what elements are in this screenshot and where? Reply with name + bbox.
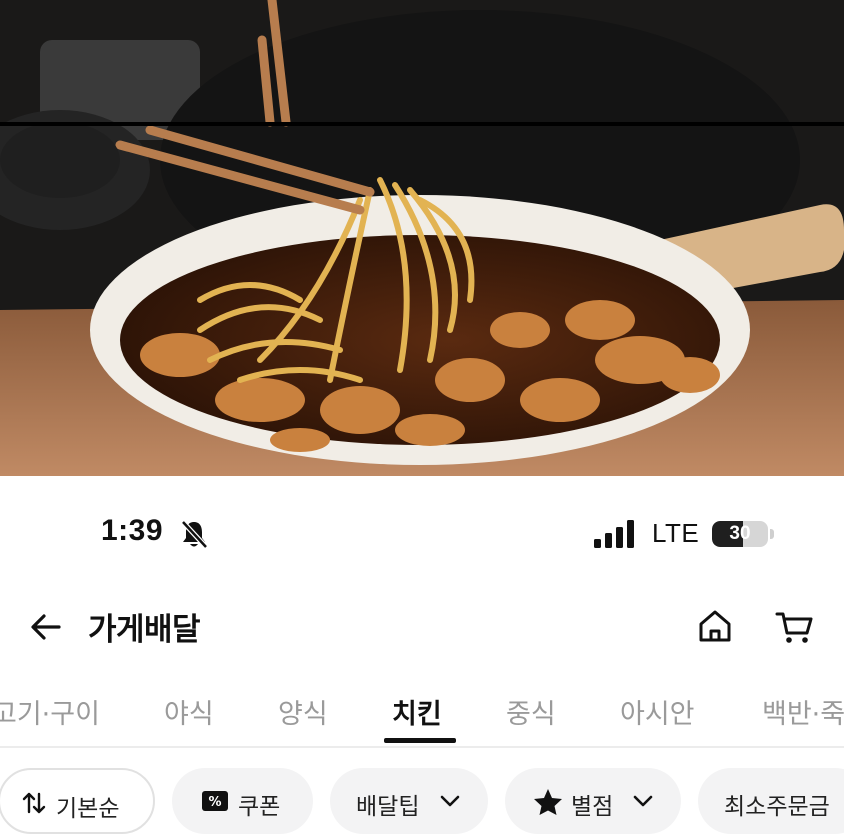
tab-chinese[interactable]: 중식 [506, 692, 556, 731]
food-photo [0, 0, 844, 476]
min-order-label: 최소주문금 [724, 794, 830, 820]
sort-label: 기본순 [56, 796, 120, 822]
coupon-chip[interactable]: % 쿠폰 [172, 768, 313, 834]
delivery-tip-chip[interactable]: 배달팁 [330, 768, 488, 834]
tab-chicken[interactable]: 치킨 [392, 692, 442, 731]
chevron-down-icon [633, 795, 653, 807]
tabs-divider [0, 746, 844, 748]
battery-tip [770, 529, 774, 539]
rating-label: 별점 [571, 794, 614, 820]
signal-strength-icon [594, 520, 634, 548]
battery-icon: 30 [712, 521, 768, 547]
tab-meat-grill[interactable]: 고기·구이 [0, 692, 100, 731]
category-tabs: 고기·구이 야식 양식 치킨 중식 아시안 백반·죽 [0, 676, 844, 746]
tab-late-night[interactable]: 야식 [164, 692, 214, 731]
svg-text:%: % [208, 795, 221, 810]
coupon-label: 쿠폰 [238, 794, 281, 820]
home-icon[interactable] [696, 607, 734, 645]
cart-icon[interactable] [774, 607, 814, 647]
tab-asian[interactable]: 아시안 [620, 692, 695, 731]
active-tab-indicator [384, 738, 456, 743]
star-icon [534, 789, 562, 815]
tab-western[interactable]: 양식 [278, 692, 328, 731]
min-order-chip[interactable]: 최소주문금 [698, 768, 844, 834]
back-arrow-icon[interactable] [28, 609, 64, 645]
sort-arrows-icon [22, 792, 46, 814]
chevron-down-icon [440, 795, 460, 807]
delivery-tip-label: 배달팁 [356, 794, 420, 820]
status-time: 1:39 [101, 514, 164, 547]
rating-chip[interactable]: 별점 [505, 768, 681, 834]
coupon-icon: % [202, 791, 228, 811]
battery-level: 30 [729, 523, 751, 544]
tab-korean-set[interactable]: 백반·죽 [762, 692, 844, 731]
page-title: 가게배달 [88, 612, 201, 648]
network-type: LTE [652, 518, 700, 548]
muted-bell-icon [181, 520, 208, 549]
sort-chip[interactable]: 기본순 [0, 768, 155, 834]
